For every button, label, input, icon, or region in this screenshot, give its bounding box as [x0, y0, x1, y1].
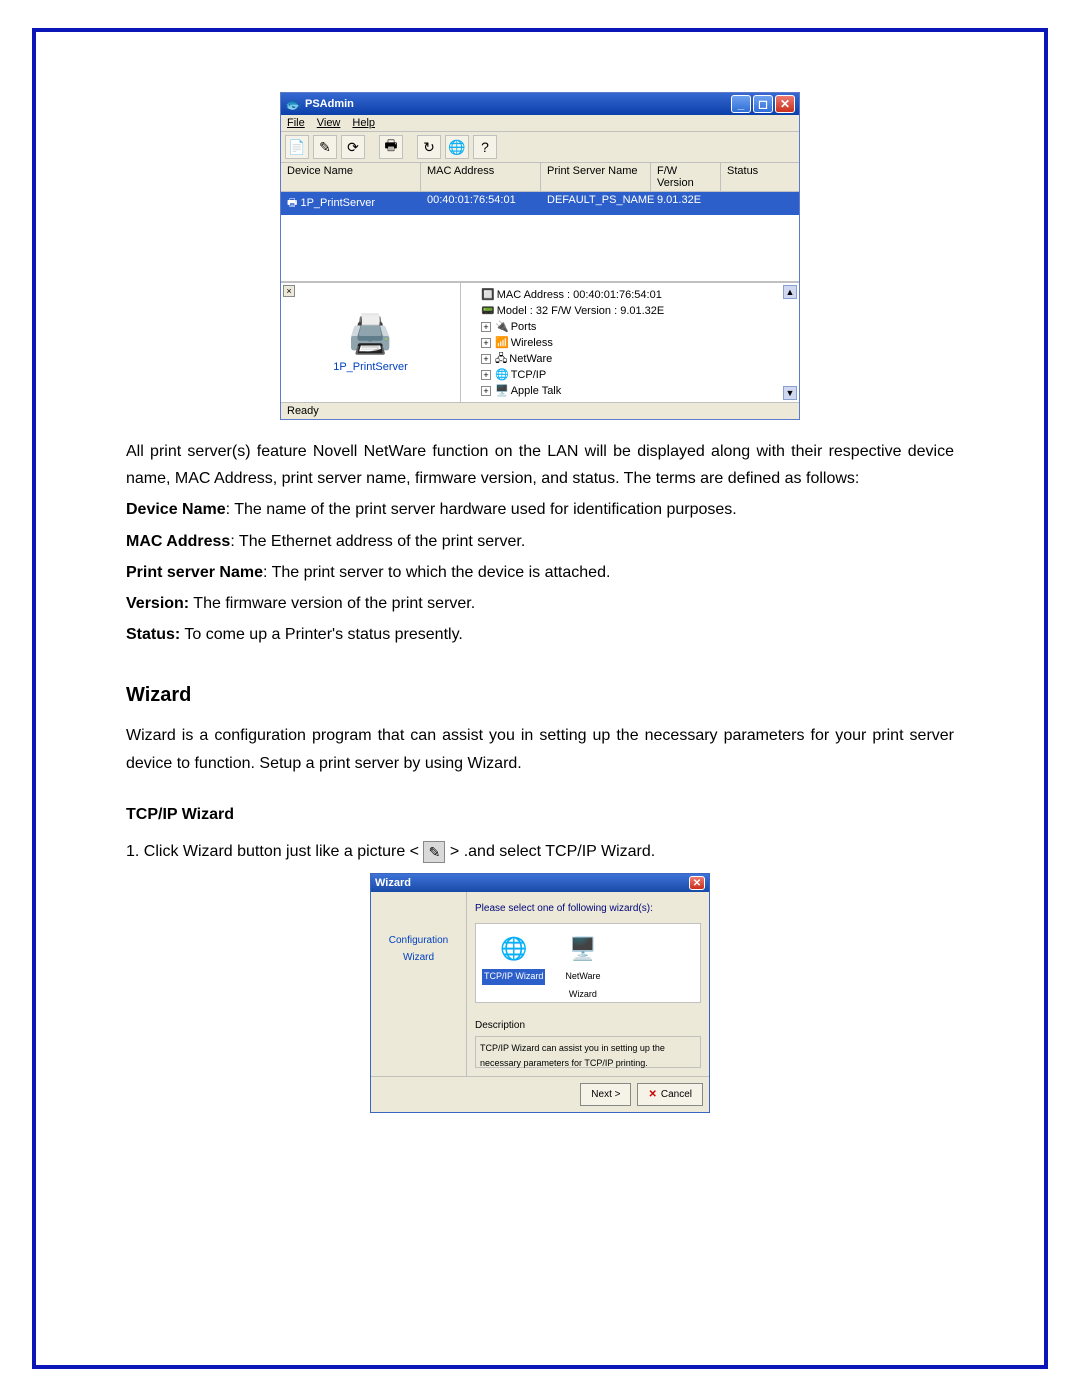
toolbar-wizard-icon[interactable]: ✎	[313, 135, 337, 159]
minimize-button[interactable]: _	[731, 95, 751, 113]
toolbar: 📄 ✎ ⟳ 🖶 ↻ 🌐 ?	[281, 132, 799, 163]
tcpip-icon: 🌐	[495, 369, 509, 381]
cancel-x-icon: ✕	[648, 1086, 656, 1103]
detail-panes: × 🖨️ 1P_PrintServer ▲ ▼ 🔲MAC Address : 0…	[281, 282, 799, 402]
app-icon: 🐟	[285, 96, 301, 112]
description-text: TCP/IP Wizard can assist you in setting …	[475, 1036, 701, 1068]
model-icon: 📟	[481, 305, 495, 317]
tree-model[interactable]: 📟Model : 32 F/W Version : 9.01.32E	[481, 303, 793, 319]
wizard-heading: Wizard	[126, 678, 954, 712]
status-bar: Ready	[281, 402, 799, 419]
tree-pane: ▲ ▼ 🔲MAC Address : 00:40:01:76:54:01 📟Mo…	[461, 283, 799, 402]
expand-icon[interactable]: +	[481, 370, 491, 380]
titlebar: 🐟 PSAdmin _ ◻ ✕	[281, 93, 799, 115]
expand-icon[interactable]: +	[481, 354, 491, 364]
menu-file[interactable]: File	[287, 117, 305, 129]
def-device-name: Device Name: The name of the print serve…	[126, 496, 954, 523]
scroll-down-icon[interactable]: ▼	[783, 386, 797, 400]
tree-netware[interactable]: +🖧NetWare	[481, 351, 793, 367]
toolbar-upgrade-icon[interactable]: ⟳	[341, 135, 365, 159]
cell-fw: 9.01.32E	[651, 192, 721, 215]
toolbar-properties-icon[interactable]: 📄	[285, 135, 309, 159]
list-header: Device Name MAC Address Print Server Nam…	[281, 163, 799, 192]
tcpip-wizard-item[interactable]: 🌐 TCP/IP Wizard	[482, 930, 545, 985]
cell-status	[721, 192, 799, 215]
cell-psn: DEFAULT_PS_NAME	[541, 192, 651, 215]
expand-icon[interactable]: +	[481, 386, 491, 396]
device-preview-label: 1P_PrintServer	[333, 361, 408, 373]
tree-ports[interactable]: +🔌Ports	[481, 319, 793, 335]
pane-close-icon[interactable]: ×	[283, 285, 295, 297]
cell-device-name: 🖶 1P_PrintServer	[281, 192, 421, 215]
menu-help[interactable]: Help	[352, 117, 375, 129]
dialog-left-pane: Configuration Wizard	[371, 892, 467, 1076]
tree-mac[interactable]: 🔲MAC Address : 00:40:01:76:54:01	[481, 287, 793, 303]
def-mac: MAC Address: The Ethernet address of the…	[126, 528, 954, 555]
ports-icon: 🔌	[495, 321, 509, 333]
col-mac-address[interactable]: MAC Address	[421, 163, 541, 191]
netware-icon: 🖧	[495, 353, 507, 365]
tree-appletalk[interactable]: +🖥️Apple Talk	[481, 383, 793, 399]
wizard-icon-list: 🌐 TCP/IP Wizard 🖥️ NetWare Wizard	[475, 923, 701, 1003]
globe-icon: 🌐	[500, 930, 527, 967]
expand-icon[interactable]: +	[481, 338, 491, 348]
intro-paragraph: All print server(s) feature Novell NetWa…	[126, 438, 954, 492]
tree-tcpip[interactable]: +🌐TCP/IP	[481, 367, 793, 383]
def-psn: Print server Name: The print server to w…	[126, 559, 954, 586]
next-button[interactable]: Next >	[580, 1083, 631, 1106]
config-label-2: Wizard	[403, 949, 434, 966]
menubar: File View Help	[281, 115, 799, 132]
wizard-paragraph: Wizard is a configuration program that c…	[126, 722, 954, 776]
wireless-icon: 📶	[495, 337, 509, 349]
printer-icon: 🖶	[287, 197, 297, 209]
col-print-server-name[interactable]: Print Server Name	[541, 163, 651, 191]
wizard-icon: ✎	[423, 841, 445, 863]
device-list: 🖶 1P_PrintServer 00:40:01:76:54:01 DEFAU…	[281, 192, 799, 282]
tcpip-wizard-heading: TCP/IP Wizard	[126, 801, 954, 828]
menu-view[interactable]: View	[317, 117, 341, 129]
document-body: All print server(s) feature Novell NetWa…	[126, 438, 954, 1113]
wizard-instruction: Please select one of following wizard(s)…	[475, 900, 701, 917]
toolbar-web-icon[interactable]: 🌐	[445, 135, 469, 159]
netware-wizard-item[interactable]: 🖥️ NetWare Wizard	[565, 930, 600, 1002]
col-fw-version[interactable]: F/W Version	[651, 163, 721, 191]
dialog-close-button[interactable]: ✕	[689, 876, 705, 890]
wizard-dialog: Wizard ✕ Configuration Wizard Please sel…	[370, 873, 710, 1113]
tree-wireless[interactable]: +📶Wireless	[481, 335, 793, 351]
col-status[interactable]: Status	[721, 163, 799, 191]
close-button[interactable]: ✕	[775, 95, 795, 113]
cell-mac: 00:40:01:76:54:01	[421, 192, 541, 215]
device-preview-pane: × 🖨️ 1P_PrintServer	[281, 283, 461, 402]
chip-icon: 🔲	[481, 289, 495, 301]
printer-large-icon: 🖨️	[347, 313, 394, 357]
dialog-titlebar: Wizard ✕	[371, 874, 709, 892]
netware-icon: 🖥️	[569, 930, 596, 967]
dialog-title: Wizard	[375, 874, 411, 893]
def-version: Version: The firmware version of the pri…	[126, 590, 954, 617]
scroll-up-icon[interactable]: ▲	[783, 285, 797, 299]
toolbar-reset-icon[interactable]: 🖶	[379, 135, 403, 159]
cancel-button[interactable]: ✕ Cancel	[637, 1083, 703, 1106]
toolbar-help-icon[interactable]: ?	[473, 135, 497, 159]
maximize-button[interactable]: ◻	[753, 95, 773, 113]
expand-icon[interactable]: +	[481, 322, 491, 332]
description-heading: Description	[475, 1017, 701, 1034]
psadmin-window: 🐟 PSAdmin _ ◻ ✕ File View Help 📄 ✎ ⟳ 🖶 ↻…	[280, 92, 800, 420]
def-status: Status: To come up a Printer's status pr…	[126, 621, 954, 648]
appletalk-icon: 🖥️	[495, 385, 509, 397]
col-device-name[interactable]: Device Name	[281, 163, 421, 191]
device-row[interactable]: 🖶 1P_PrintServer 00:40:01:76:54:01 DEFAU…	[281, 192, 799, 215]
config-label-1: Configuration	[389, 932, 448, 949]
window-title: PSAdmin	[305, 98, 354, 110]
tcpip-step: 1. Click Wizard button just like a pictu…	[126, 838, 954, 865]
toolbar-refresh-icon[interactable]: ↻	[417, 135, 441, 159]
